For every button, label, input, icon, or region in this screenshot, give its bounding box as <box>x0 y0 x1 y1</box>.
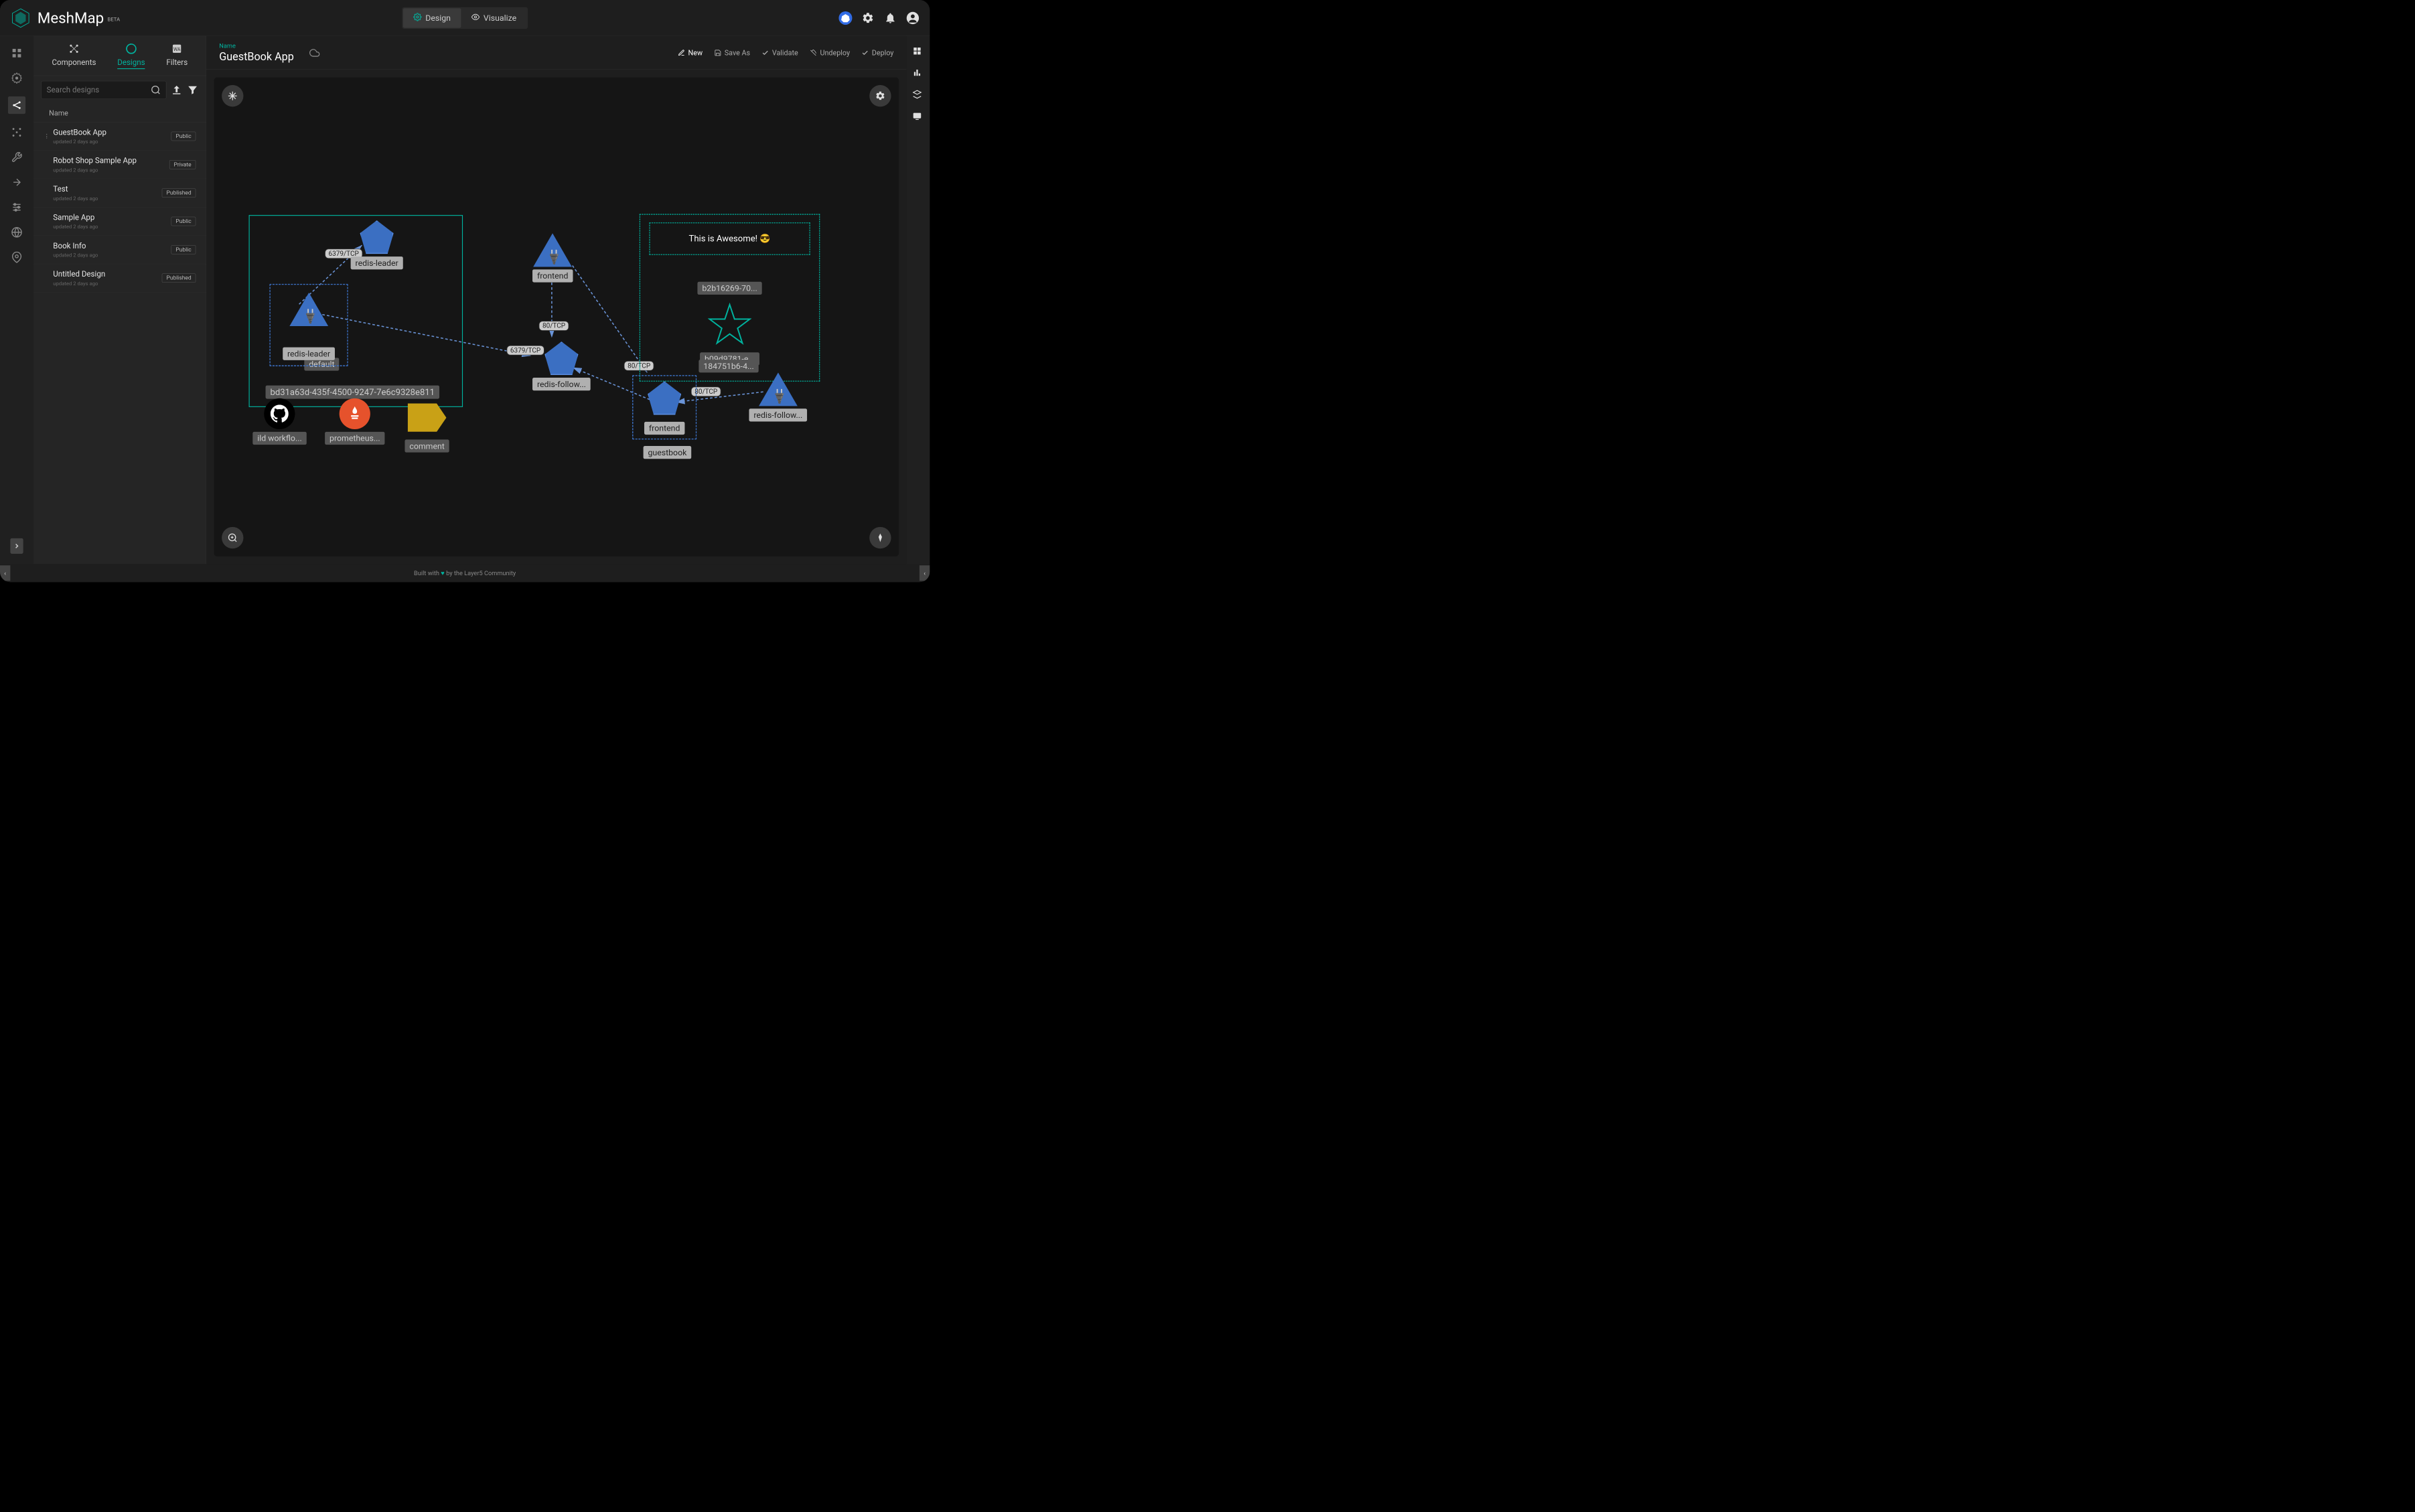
page-title: GuestBook App <box>219 50 294 63</box>
rail-globe-icon[interactable] <box>10 226 23 239</box>
edge-label: 80/TCP <box>539 321 569 331</box>
gear-icon <box>413 13 421 23</box>
node-frontend-pent[interactable]: frontend <box>632 375 697 439</box>
node-redis-leader-svc[interactable]: redis-leader <box>351 220 403 269</box>
components-icon <box>68 43 80 55</box>
rail-network-icon[interactable] <box>10 125 23 139</box>
filter-icon[interactable] <box>187 84 198 96</box>
save-as-button[interactable]: Save As <box>714 48 750 57</box>
tab-components[interactable]: Components <box>52 43 96 70</box>
bell-icon[interactable] <box>883 11 897 25</box>
beta-label: BETA <box>108 16 121 22</box>
comment-container[interactable]: This is Awesome! 😎 b2b16269-70... b09d97… <box>640 214 820 382</box>
right-rail-grid-icon[interactable] <box>913 46 924 58</box>
node-comment-shape[interactable]: comment <box>405 404 449 453</box>
list-header-name: Name <box>33 104 206 123</box>
app-logo[interactable] <box>10 7 31 28</box>
triangle-icon: 🔌 <box>289 293 328 326</box>
validate-button[interactable]: Validate <box>761 48 798 57</box>
rail-mesh-icon[interactable] <box>8 96 25 114</box>
mode-design-button[interactable]: Design <box>403 8 461 27</box>
search-input[interactable] <box>47 86 151 94</box>
prometheus-icon <box>340 398 370 429</box>
design-item[interactable]: Robot Shop Sample Appupdated 2 days ago … <box>33 151 206 179</box>
rail-sliders-icon[interactable] <box>10 201 23 214</box>
filters-icon: WA <box>171 43 183 55</box>
node-frontend-tri[interactable]: 🔌 frontend <box>532 233 573 282</box>
node-redis-leader-dep[interactable]: 🔌 redis-leader <box>269 284 348 366</box>
github-icon <box>264 398 295 429</box>
footer-text: Built with ♥ by the Layer5 Community <box>414 569 516 577</box>
triangle-icon: 🔌 <box>533 233 572 267</box>
tab-designs[interactable]: Designs <box>117 43 145 70</box>
right-rail-monitor-icon[interactable] <box>913 111 924 123</box>
deploy-button[interactable]: Deploy <box>861 48 893 57</box>
rail-tools-icon[interactable] <box>10 151 23 164</box>
node-uuid-label: bd31a63d-435f-4500-9247-7e6c9328e811 <box>266 386 439 399</box>
cloud-icon[interactable] <box>309 48 319 58</box>
app-title: MeshMap <box>38 9 104 27</box>
triangle-icon: 🔌 <box>759 372 798 406</box>
search-input-container <box>42 81 167 99</box>
upload-icon[interactable] <box>171 84 182 96</box>
canvas-zoom-button[interactable] <box>222 527 243 548</box>
footer-collapse-left[interactable]: ‹ <box>0 565 10 581</box>
undeploy-button[interactable]: Undeploy <box>810 48 850 57</box>
design-item[interactable]: Book Infoupdated 2 days ago Public <box>33 236 206 264</box>
breadcrumb-label: Name <box>219 42 294 50</box>
rail-arrow-icon[interactable] <box>10 175 23 189</box>
pentagon-icon <box>648 381 681 414</box>
footer-collapse-right[interactable]: ‹ <box>920 565 930 581</box>
new-button[interactable]: New <box>678 48 703 57</box>
node-github-workflow[interactable]: ild workflo... <box>252 398 306 445</box>
rail-pin-icon[interactable] <box>10 250 23 264</box>
visibility-badge: Public <box>171 132 196 141</box>
rail-gear-icon[interactable] <box>10 72 23 85</box>
mode-toggle: Design Visualize <box>402 7 528 29</box>
node-prometheus[interactable]: prometheus... <box>325 398 384 445</box>
rail-expand-button[interactable] <box>10 538 23 554</box>
mode-visualize-button[interactable]: Visualize <box>461 8 526 27</box>
comment-text: This is Awesome! 😎 <box>649 222 810 255</box>
tab-filters[interactable]: WA Filters <box>166 43 188 70</box>
kebab-icon[interactable]: ⋮ <box>44 133 48 140</box>
canvas-settings-button[interactable] <box>869 85 891 106</box>
account-icon[interactable] <box>906 11 920 25</box>
search-icon[interactable] <box>151 85 161 95</box>
rail-dashboard-icon[interactable] <box>10 46 23 60</box>
eye-icon <box>471 13 480 23</box>
pentagon-icon <box>544 342 578 375</box>
kubernetes-icon[interactable] <box>838 11 852 25</box>
designs-icon <box>125 43 137 55</box>
right-rail-layers-icon[interactable] <box>913 90 924 101</box>
svg-text:WA: WA <box>173 47 181 52</box>
node-guestbook: guestbook <box>644 446 692 459</box>
design-canvas[interactable]: 6379/TCP 6379/TCP 80/TCP 80/TCP 80/TCP d… <box>214 78 899 556</box>
node-comment-id: 184751b6-4... <box>699 360 758 372</box>
canvas-snowflake-button[interactable] <box>222 85 243 106</box>
settings-icon[interactable] <box>861 11 875 25</box>
design-item[interactable]: Untitled Designupdated 2 days ago Publis… <box>33 264 206 292</box>
design-item[interactable]: Sample Appupdated 2 days ago Public <box>33 208 206 236</box>
node-redis-follower-tri[interactable]: 🔌 redis-follow... <box>749 372 807 421</box>
node-redis-follower-svc[interactable]: redis-follow... <box>532 342 591 390</box>
comment-icon <box>408 404 447 432</box>
design-item[interactable]: Testupdated 2 days ago Published <box>33 179 206 207</box>
design-item-guestbook[interactable]: ⋮ GuestBook App updated 2 days ago Publi… <box>33 122 206 150</box>
canvas-pen-button[interactable] <box>869 527 891 548</box>
right-rail-chart-icon[interactable] <box>913 68 924 80</box>
pentagon-icon <box>360 220 394 254</box>
